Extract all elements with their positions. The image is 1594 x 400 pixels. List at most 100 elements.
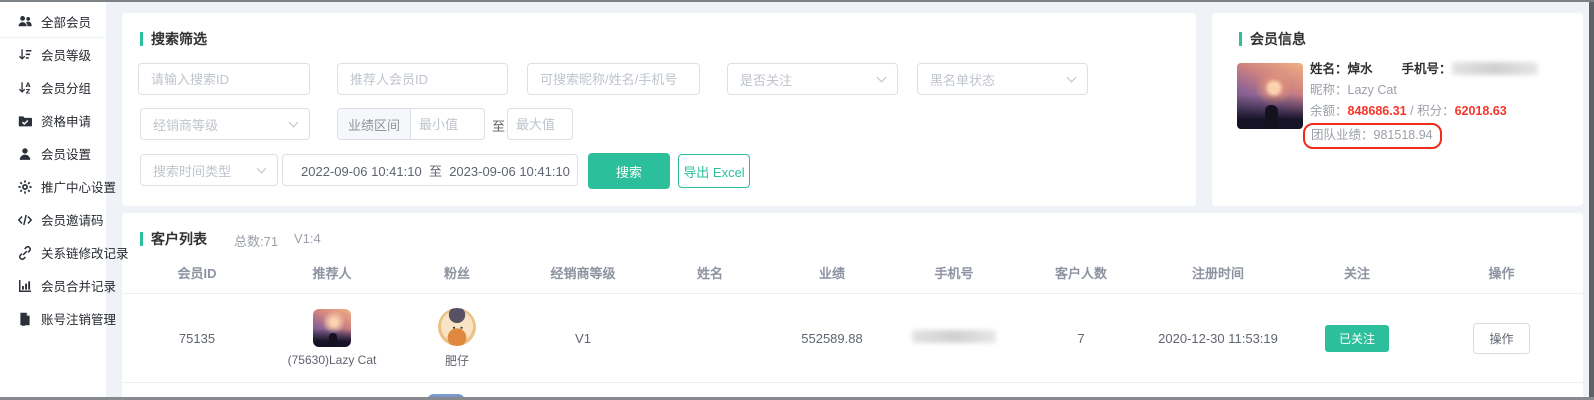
sidebar-item-member-level[interactable]: 会员等级: [0, 38, 106, 71]
date-range-picker[interactable]: 2022-09-06 10:41:10 至 2023-09-06 10:41:1…: [282, 154, 578, 186]
cell-customer-count: 7: [1020, 331, 1142, 346]
cell-referrer: (75630)Lazy Cat: [272, 309, 392, 367]
code-icon: [17, 212, 33, 228]
chevron-down-icon: [289, 117, 299, 127]
v1-count: V1:4: [294, 231, 321, 246]
link-icon: [17, 245, 33, 261]
col-name: 姓名: [644, 257, 776, 288]
cell-register-time: 2020-12-30 11:53:19: [1142, 331, 1294, 346]
sidebar: 全部会员 会员等级 AZ 会员分组 资格申请 会员设置 推广中心设置 会员邀请: [0, 2, 106, 400]
performance-max-input[interactable]: [508, 109, 572, 139]
sidebar-item-member-group[interactable]: AZ 会员分组: [0, 71, 106, 104]
sidebar-item-label: 全部会员: [41, 12, 91, 31]
sidebar-item-qualification[interactable]: 资格申请: [0, 104, 106, 137]
sidebar-item-promotion-settings[interactable]: 推广中心设置: [0, 170, 106, 203]
customer-list-title: 客户列表: [140, 229, 207, 249]
cell-member-id: 75135: [122, 331, 272, 346]
date-end: 2023-09-06 10:41:10: [449, 164, 570, 179]
sidebar-item-label: 关系链修改记录: [41, 243, 129, 262]
cell-action: 操作: [1420, 323, 1583, 354]
gear-icon: [17, 179, 33, 195]
users-icon: [17, 13, 33, 29]
nickname-search-input[interactable]: [528, 64, 699, 94]
sidebar-item-account-cancellation[interactable]: 账号注销管理: [0, 302, 106, 335]
table-header: 会员ID 推荐人 粉丝 经销商等级 姓名 业绩 手机号 客户人数 注册时间 关注…: [122, 257, 1583, 288]
fan-avatar: [438, 308, 476, 346]
follow-status-select[interactable]: 是否关注: [727, 63, 898, 95]
cell-performance: 552589.88: [776, 331, 888, 346]
search-button[interactable]: 搜索: [588, 153, 670, 189]
title-accent-bar: [140, 232, 143, 246]
performance-range-group: 业绩区间: [337, 108, 485, 140]
chevron-down-icon: [1067, 72, 1077, 82]
referrer-id-input[interactable]: [338, 64, 507, 94]
sidebar-item-relation-chain[interactable]: 关系链修改记录: [0, 236, 106, 269]
col-fans: 粉丝: [392, 257, 522, 288]
col-register-time: 注册时间: [1142, 257, 1294, 288]
referrer-avatar: [313, 309, 351, 347]
performance-max-wrap: [507, 108, 573, 140]
sidebar-item-label: 账号注销管理: [41, 309, 116, 328]
followed-badge: 已关注: [1325, 325, 1389, 352]
sidebar-item-label: 会员合并记录: [41, 276, 116, 295]
window-right-edge: [1589, 0, 1594, 400]
nickname-field-wrap: [527, 63, 700, 95]
search-filter-title: 搜索筛选: [140, 29, 207, 49]
date-start: 2022-09-06 10:41:10: [301, 164, 422, 179]
col-follow: 关注: [1294, 257, 1420, 288]
sidebar-item-all-members[interactable]: 全部会员: [0, 5, 106, 38]
title-accent-bar: [140, 32, 143, 46]
sidebar-item-member-settings[interactable]: 会员设置: [0, 137, 106, 170]
member-details: 姓名：焯水 手机号： 昵称：Lazy Cat 余额：848686.31 / 积分…: [1310, 59, 1538, 149]
sidebar-item-merge-record[interactable]: 会员合并记录: [0, 269, 106, 302]
search-id-field-wrap: [138, 63, 310, 95]
search-id-input[interactable]: [139, 64, 309, 94]
cell-fan: 肥仔: [392, 308, 522, 369]
col-member-id: 会员ID: [122, 257, 272, 288]
customer-list-card: 客户列表 总数:71 V1:4 会员ID 推荐人 粉丝 经销商等级 姓名 业绩 …: [122, 213, 1583, 400]
file-icon: [17, 311, 33, 327]
table-row: 75135 (75630)Lazy Cat 肥仔 V1 552589.88 7 …: [122, 293, 1583, 383]
total-count: 总数:71: [234, 231, 278, 250]
member-name-line: 姓名：焯水 手机号：: [1310, 59, 1538, 80]
date-to-label: 至: [429, 164, 442, 179]
redacted-phone: [912, 330, 996, 343]
export-excel-button[interactable]: 导出 Excel: [678, 154, 750, 188]
member-info-card: 会员信息 姓名：焯水 手机号： 昵称：Lazy Cat 余额：848686.31…: [1212, 13, 1583, 206]
chevron-down-icon: [877, 72, 887, 82]
sidebar-item-label: 会员分组: [41, 78, 91, 97]
svg-text:Z: Z: [26, 87, 31, 95]
member-avatar: [1237, 63, 1303, 129]
col-performance: 业绩: [776, 257, 888, 288]
col-phone: 手机号: [888, 257, 1020, 288]
sort-level-icon: [17, 47, 33, 63]
member-nickname-line: 昵称：Lazy Cat: [1310, 80, 1538, 101]
col-action: 操作: [1420, 257, 1583, 288]
row-action-button[interactable]: 操作: [1473, 323, 1529, 354]
window-top-edge: [0, 0, 1594, 2]
col-referrer: 推荐人: [272, 257, 392, 288]
time-type-select[interactable]: 搜索时间类型: [140, 154, 278, 186]
dealer-level-select[interactable]: 经销商等级: [140, 108, 310, 140]
search-filter-card: 搜索筛选 是否关注 黑名单状态 经销商等级 业绩区间 至 搜索时间类型 2022…: [122, 13, 1196, 206]
sidebar-item-label: 推广中心设置: [41, 177, 116, 196]
qualification-icon: [17, 113, 33, 129]
range-to-label: 至: [492, 116, 505, 135]
member-balance-line: 余额：848686.31 / 积分：62018.63: [1310, 101, 1538, 122]
sidebar-item-label: 会员设置: [41, 144, 91, 163]
bar-chart-icon: [17, 278, 33, 294]
blacklist-status-select[interactable]: 黑名单状态: [917, 63, 1088, 95]
col-dealer-level: 经销商等级: [522, 257, 644, 288]
redacted-phone: [1452, 62, 1538, 75]
sidebar-item-invite-code[interactable]: 会员邀请码: [0, 203, 106, 236]
sidebar-item-label: 资格申请: [41, 111, 91, 130]
col-customer-count: 客户人数: [1020, 257, 1142, 288]
referrer-id-field-wrap: [337, 63, 508, 95]
red-annotation-box: 团队业绩：981518.94: [1303, 123, 1442, 149]
sidebar-item-label: 会员邀请码: [41, 210, 104, 229]
cell-dealer-level: V1: [522, 331, 644, 346]
performance-range-label: 业绩区间: [338, 109, 411, 139]
sort-group-icon: AZ: [17, 80, 33, 96]
title-accent-bar: [1239, 32, 1242, 46]
performance-min-input[interactable]: [411, 109, 484, 139]
